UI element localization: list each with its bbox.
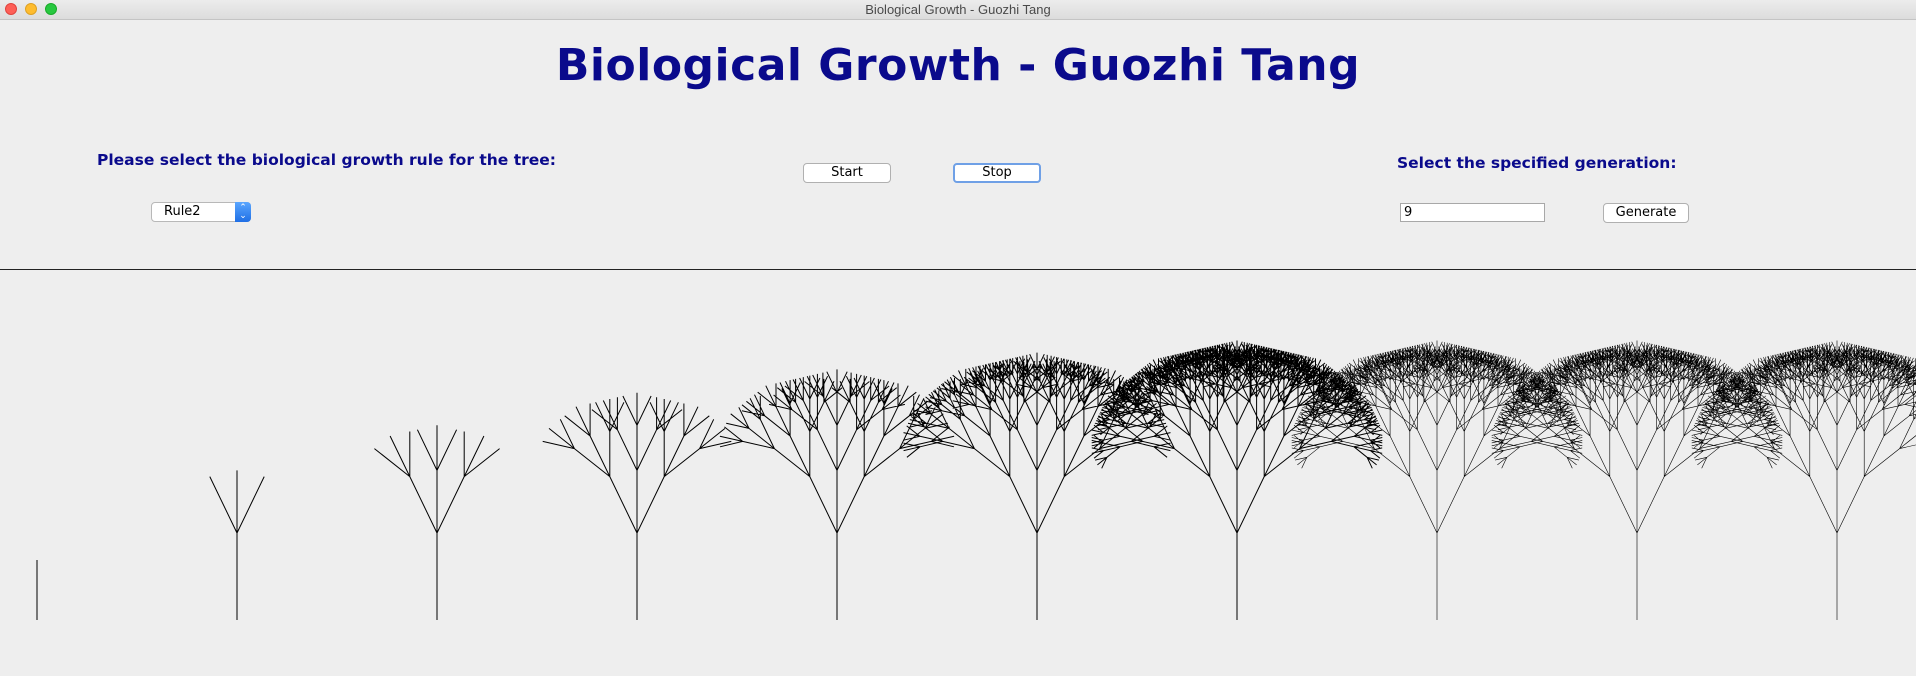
tree-generation-4 (542, 392, 732, 620)
start-button[interactable]: Start (803, 163, 891, 183)
tree-generation-3 (374, 425, 500, 620)
rule-select-value: Rule2 (164, 204, 201, 219)
chevron-up-down-icon: ⌃ ⌄ (235, 202, 251, 222)
window-titlebar: Biological Growth - Guozhi Tang (0, 0, 1916, 20)
tree-canvas (36, 340, 1916, 620)
rule-select-label: Please select the biological growth rule… (97, 151, 556, 169)
generation-input[interactable] (1400, 203, 1545, 222)
tree-generation-2 (209, 470, 265, 620)
generation-label: Select the specified generation: (1397, 154, 1677, 172)
rule-select[interactable]: Rule2 ⌃ ⌄ (151, 202, 251, 222)
tree-generation-6 (903, 352, 1171, 620)
stop-button[interactable]: Stop (953, 163, 1041, 183)
window-title: Biological Growth - Guozhi Tang (865, 2, 1051, 17)
generate-button[interactable]: Generate (1603, 203, 1689, 223)
page-title: Biological Growth - Guozhi Tang (555, 40, 1361, 91)
tree-group (36, 340, 1916, 620)
tree-generation-5 (719, 369, 955, 620)
tree-generation-10 (1691, 340, 1916, 620)
